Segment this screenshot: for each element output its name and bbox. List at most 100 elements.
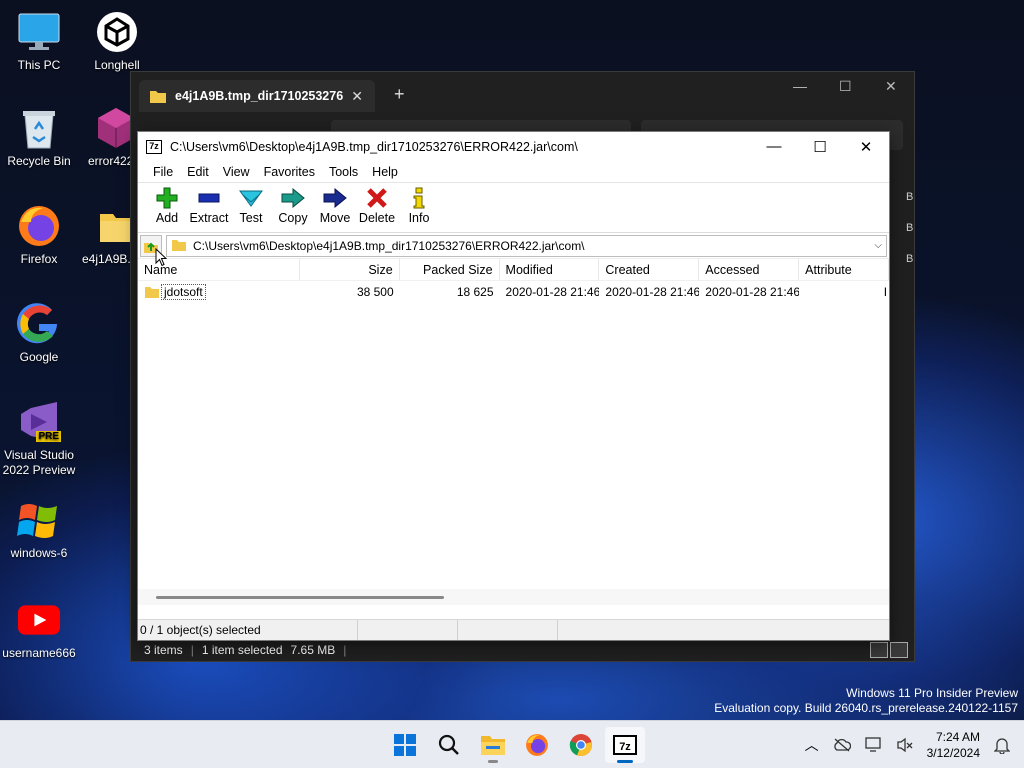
item-accessed: 2020-01-28 21:46 <box>705 285 800 299</box>
scrollbar-thumb[interactable] <box>156 596 444 599</box>
desktop-icon-visual-studio[interactable]: PRE Visual Studio 2022 Preview <box>1 400 77 478</box>
explorer-tab[interactable]: e4j1A9B.tmp_dir1710253276 ✕ <box>139 80 375 112</box>
file-list[interactable]: Name Size Packed Size Modified Created A… <box>138 259 890 605</box>
minimize-button[interactable]: — <box>793 78 807 94</box>
desktop-icon-longhell[interactable]: Longhell <box>79 10 155 73</box>
volume-muted-icon[interactable] <box>896 737 913 753</box>
item-modified: 2020-01-28 21:46 <box>505 285 600 299</box>
delete-icon <box>367 187 387 209</box>
svg-text:7z: 7z <box>619 741 631 753</box>
7zip-taskbar-button[interactable]: 7z <box>605 727 645 763</box>
chrome-taskbar-button[interactable] <box>561 727 601 763</box>
search-icon <box>438 734 459 755</box>
taskbar-apps: 7z <box>385 727 645 763</box>
onedrive-icon[interactable] <box>833 738 851 752</box>
desktop-icon-error422[interactable]: error422 <box>75 106 135 169</box>
monitor-icon <box>17 10 61 54</box>
maximize-button[interactable]: ☐ <box>797 138 843 156</box>
path-combobox[interactable]: C:\Users\vm6\Desktop\e4j1A9B.tmp_dir1710… <box>166 234 887 257</box>
notification-bell-icon[interactable] <box>994 736 1010 754</box>
status-bar: 0 / 1 object(s) selected <box>138 619 889 640</box>
chrome-icon <box>569 734 592 757</box>
youtube-icon <box>17 598 61 642</box>
move-icon <box>323 187 347 209</box>
info-icon <box>413 187 425 209</box>
desktop-icon-this-pc[interactable]: This PC <box>1 10 77 73</box>
item-size: 38 500 <box>356 285 394 299</box>
title-bar: 7z C:\Users\vm6\Desktop\e4j1A9B.tmp_dir1… <box>138 132 889 161</box>
add-button[interactable]: Add <box>146 183 188 232</box>
network-icon[interactable] <box>864 737 883 753</box>
window-title: C:\Users\vm6\Desktop\e4j1A9B.tmp_dir1710… <box>170 139 578 154</box>
menu-favorites[interactable]: Favorites <box>257 165 322 179</box>
item-packed-size: 18 625 <box>456 285 494 299</box>
clock-time: 7:24 AM <box>935 730 980 744</box>
7zip-window[interactable]: 7z C:\Users\vm6\Desktop\e4j1A9B.tmp_dir1… <box>137 131 890 641</box>
column-packed-size[interactable]: Packed Size <box>400 259 500 280</box>
7zip-app-icon: 7z <box>146 139 162 154</box>
view-toggle <box>870 642 908 658</box>
menu-tools[interactable]: Tools <box>322 165 365 179</box>
firefox-icon <box>526 734 548 756</box>
recycle-bin-icon <box>17 106 61 150</box>
menu-view[interactable]: View <box>216 165 257 179</box>
selection-status: 0 / 1 object(s) selected <box>138 620 358 640</box>
address-row: C:\Users\vm6\Desktop\e4j1A9B.tmp_dir1710… <box>138 233 889 259</box>
add-icon <box>156 187 178 209</box>
firefox-icon <box>17 204 61 248</box>
column-attributes[interactable]: Attribute <box>799 259 890 280</box>
explorer-status-bar: 3 items | 1 item selected 7.65 MB | <box>144 643 347 657</box>
item-attributes: I <box>883 285 888 299</box>
menu-edit[interactable]: Edit <box>180 165 216 179</box>
start-button[interactable] <box>385 727 425 763</box>
windows-start-icon <box>394 734 416 756</box>
list-item[interactable]: jdotsoft 38 500 18 625 2020-01-28 21:46 … <box>138 281 889 303</box>
extract-button[interactable]: Extract <box>188 183 230 232</box>
column-accessed[interactable]: Accessed <box>699 259 800 280</box>
horizontal-scrollbar[interactable] <box>138 589 889 605</box>
windows-flag-icon <box>17 498 61 542</box>
desktop-icon-folder[interactable]: e4j1A9B.t <box>75 204 135 267</box>
menu-bar: File Edit View Favorites Tools Help <box>138 161 889 183</box>
desktop-icon-google[interactable]: Google <box>1 302 77 365</box>
search-button[interactable] <box>429 727 469 763</box>
system-tray: ︿ 7:24 AM 3/12/2024 <box>805 721 1024 768</box>
maximize-button[interactable]: ☐ <box>839 78 852 95</box>
item-created: 2020-01-28 21:46 <box>605 285 700 299</box>
delete-button[interactable]: Delete <box>356 183 398 232</box>
desktop-icon-recycle-bin[interactable]: Recycle Bin <box>1 106 77 169</box>
copy-button[interactable]: Copy <box>272 183 314 232</box>
desktop-icon-username666[interactable]: username666 <box>1 598 77 661</box>
menu-help[interactable]: Help <box>365 165 405 179</box>
close-button[interactable]: ✕ <box>885 78 897 95</box>
firefox-taskbar-button[interactable] <box>517 727 557 763</box>
unity-icon <box>95 10 139 54</box>
copy-icon <box>281 187 305 209</box>
info-button[interactable]: Info <box>398 183 440 232</box>
tiles-view-button[interactable] <box>890 642 908 658</box>
test-icon <box>239 187 263 209</box>
taskbar: 7z ︿ 7:24 AM 3/12/2024 <box>0 720 1024 768</box>
clock[interactable]: 7:24 AM 3/12/2024 <box>927 729 980 761</box>
new-tab-button[interactable]: + <box>394 84 405 105</box>
details-view-button[interactable] <box>870 642 888 658</box>
google-icon <box>17 302 61 346</box>
minimize-button[interactable]: — <box>751 138 797 156</box>
chevron-down-icon[interactable]: ⌵ <box>874 240 882 251</box>
mouse-cursor-icon <box>155 247 168 270</box>
extract-icon <box>198 187 220 209</box>
column-created[interactable]: Created <box>599 259 700 280</box>
menu-file[interactable]: File <box>146 165 180 179</box>
desktop-icon-firefox[interactable]: Firefox <box>1 204 77 267</box>
clock-date: 3/12/2024 <box>926 746 980 760</box>
folder-icon <box>150 90 166 103</box>
column-modified[interactable]: Modified <box>500 259 600 280</box>
desktop-icon-windows-6[interactable]: windows-6 <box>1 498 77 561</box>
chevron-up-icon[interactable]: ︿ <box>805 735 819 755</box>
close-tab-icon[interactable]: ✕ <box>351 88 363 105</box>
move-button[interactable]: Move <box>314 183 356 232</box>
close-button[interactable]: ✕ <box>843 138 889 156</box>
file-explorer-button[interactable] <box>473 727 513 763</box>
column-size[interactable]: Size <box>300 259 400 280</box>
test-button[interactable]: Test <box>230 183 272 232</box>
